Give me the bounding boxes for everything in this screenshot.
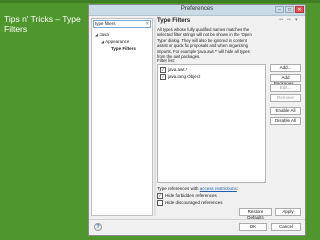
hide-forbidden-checkbox[interactable]: ✓ Hide forbidden references bbox=[157, 193, 217, 199]
back-icon[interactable]: ⇦ bbox=[279, 17, 283, 23]
apply-button[interactable]: Apply bbox=[275, 208, 301, 216]
restore-defaults-button[interactable]: Restore Defaults bbox=[239, 208, 272, 220]
tree-item-type-filters[interactable]: Type Filters bbox=[111, 46, 136, 52]
hide-discouraged-checkbox[interactable]: Hide discouraged references bbox=[157, 200, 223, 206]
slide-accent-bar bbox=[0, 0, 320, 3]
edit-button[interactable]: Edit... bbox=[270, 84, 301, 92]
remove-button[interactable]: Remove bbox=[270, 94, 301, 102]
forward-icon[interactable]: ⇨ bbox=[287, 17, 291, 23]
view-menu-icon[interactable]: ▾ bbox=[295, 17, 298, 23]
add-packages-button[interactable]: Add Packages... bbox=[270, 74, 301, 86]
tree-item-label: Type Filters bbox=[111, 46, 136, 51]
ok-button[interactable]: OK bbox=[239, 223, 267, 231]
help-icon[interactable]: ? bbox=[94, 223, 102, 231]
preferences-dialog: Preferences – □ ✕ type filters ✕ ◢ Java … bbox=[88, 4, 306, 236]
tree-item-java[interactable]: ◢ Java bbox=[95, 32, 109, 38]
footer-divider bbox=[89, 219, 305, 220]
page-title: Type Filters bbox=[157, 18, 191, 24]
add-button[interactable]: Add... bbox=[270, 64, 301, 72]
tree-item-appearance[interactable]: ◢ Appearance bbox=[101, 39, 129, 45]
checkbox-unchecked-icon[interactable] bbox=[157, 200, 163, 206]
access-restrictions-link[interactable]: access restrictions bbox=[200, 186, 237, 191]
checkbox-label: Hide discouraged references bbox=[165, 200, 223, 206]
clear-filter-icon[interactable]: ✕ bbox=[145, 21, 149, 27]
panel-divider[interactable] bbox=[154, 18, 156, 216]
list-item[interactable]: ✓ java.awt.* bbox=[160, 67, 188, 73]
type-references-label: Type references with access restrictions… bbox=[157, 186, 238, 191]
preferences-tree-panel: type filters ✕ ◢ Java ◢ Appearance Type … bbox=[91, 18, 153, 216]
close-button[interactable]: ✕ bbox=[295, 6, 304, 13]
filter-text: java.lang.Object bbox=[168, 74, 201, 80]
filter-list[interactable]: ✓ java.awt.* ✓ java.lang.Object bbox=[157, 64, 266, 183]
type-references-suffix: : bbox=[236, 186, 239, 191]
filter-list-label: Filter list: bbox=[157, 58, 175, 63]
title-bar: Preferences – □ ✕ bbox=[89, 5, 305, 16]
list-item[interactable]: ✓ java.lang.Object bbox=[160, 74, 200, 80]
maximize-button[interactable]: □ bbox=[285, 6, 294, 13]
slide-title: Tips n' Tricks – Type Filters bbox=[4, 14, 81, 34]
minimize-button[interactable]: – bbox=[275, 6, 284, 13]
checkbox-label: Hide forbidden references bbox=[165, 193, 217, 199]
filter-input[interactable]: type filters ✕ bbox=[93, 20, 151, 28]
disable-all-button[interactable]: Disable All bbox=[270, 117, 301, 125]
page-description: All types whose fully qualified names ma… bbox=[157, 27, 252, 60]
filter-input-value: type filters bbox=[95, 21, 116, 26]
filter-text: java.awt.* bbox=[168, 67, 188, 73]
checkbox-checked-icon[interactable]: ✓ bbox=[160, 74, 166, 80]
tree-item-label: Appearance bbox=[105, 39, 130, 44]
expand-icon[interactable]: ◢ bbox=[101, 39, 104, 44]
type-references-prefix: Type references with bbox=[157, 186, 200, 191]
checkbox-checked-icon[interactable]: ✓ bbox=[160, 67, 166, 73]
tree-item-label: Java bbox=[99, 32, 109, 37]
checkbox-checked-icon[interactable]: ✓ bbox=[157, 193, 163, 199]
expand-icon[interactable]: ◢ bbox=[95, 32, 98, 37]
cancel-button[interactable]: Cancel bbox=[271, 223, 301, 231]
window-title: Preferences bbox=[180, 6, 214, 12]
enable-all-button[interactable]: Enable All bbox=[270, 107, 301, 115]
